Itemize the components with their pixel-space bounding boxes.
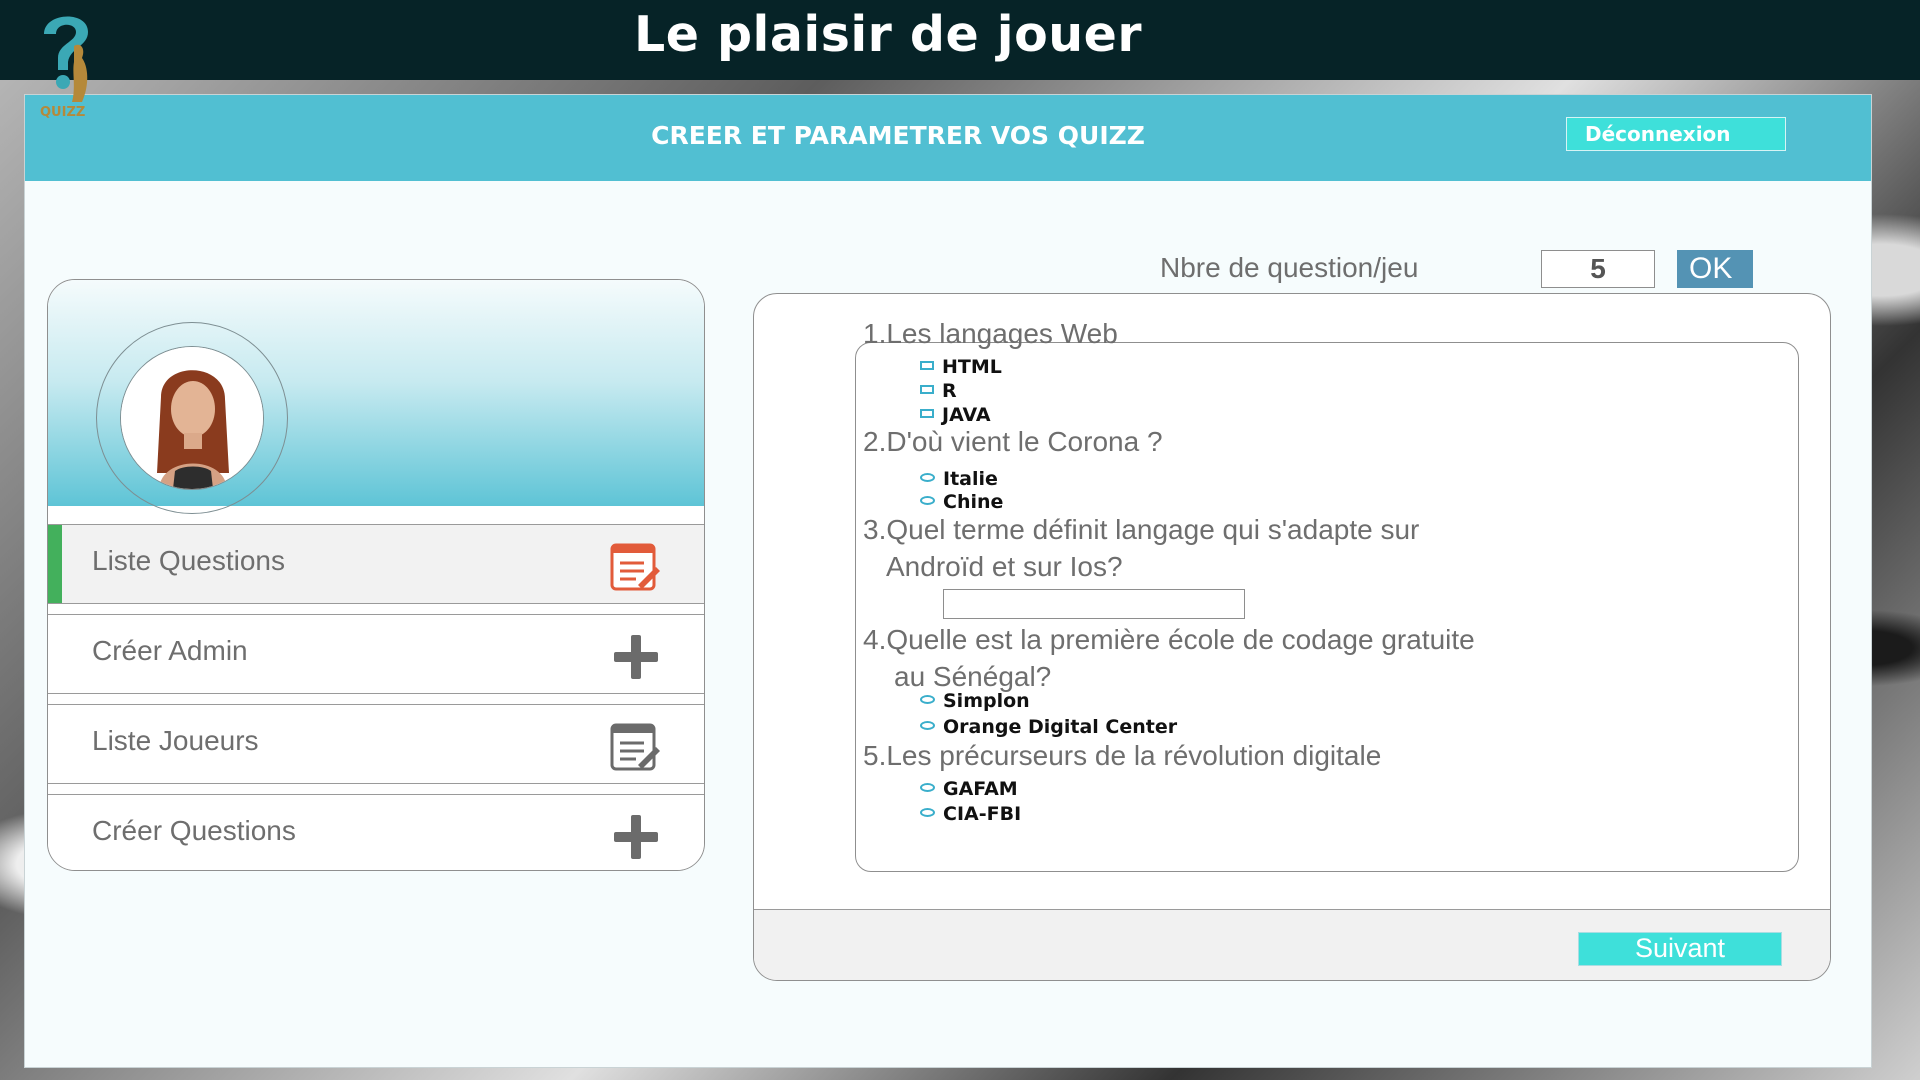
question-count-label: Nbre de question/jeu	[1160, 252, 1419, 283]
sidebar-item-liste-questions[interactable]: Liste Questions	[48, 524, 704, 604]
answer-text-input[interactable]	[943, 589, 1245, 619]
svg-text:QUIZZ: QUIZZ	[40, 105, 85, 120]
quiz-footer: Suivant	[754, 909, 1830, 980]
main-panel: CREER ET PARAMETRER VOS QUIZZ Déconnexio…	[24, 94, 1872, 1068]
question-count-input[interactable]	[1541, 250, 1655, 288]
question-title: 1.Les langages Web	[863, 318, 1118, 349]
option-radio[interactable]: Orange Digital Center	[920, 716, 1177, 738]
option-radio[interactable]: GAFAM	[920, 778, 1018, 800]
option-radio[interactable]: Simplon	[920, 690, 1030, 712]
edit-list-icon	[610, 723, 660, 771]
question-title-continued: Androïd et sur Ios?	[886, 551, 1123, 582]
plus-icon	[614, 815, 658, 859]
checkbox-icon	[920, 385, 934, 394]
checkbox-icon	[920, 361, 934, 370]
option-checkbox[interactable]: JAVA	[920, 404, 991, 426]
sidebar-item-label: Créer Admin	[92, 635, 248, 666]
sidebar: Liste Questions Créer Admin Liste Joueur…	[47, 279, 705, 871]
sidebar-item-label: Liste Joueurs	[92, 725, 259, 756]
radio-icon	[920, 473, 935, 482]
header-band: CREER ET PARAMETRER VOS QUIZZ Déconnexio…	[25, 95, 1871, 181]
question-title: 4.Quelle est la première école de codage…	[863, 624, 1475, 655]
radio-icon	[920, 783, 935, 792]
option-radio[interactable]: Italie	[920, 468, 998, 490]
quiz-card: 1.Les langages Web HTML R JAVA 2.D'où vi…	[753, 293, 1831, 981]
sidebar-item-liste-joueurs[interactable]: Liste Joueurs	[48, 704, 704, 784]
checkbox-icon	[920, 409, 934, 418]
top-bar: Le plaisir de jouer	[0, 0, 1920, 80]
question-title: 3.Quel terme définit langage qui s'adapt…	[863, 514, 1420, 545]
question-title-continued: au Sénégal?	[894, 661, 1052, 692]
question-title: 2.D'où vient le Corona ?	[863, 426, 1163, 457]
next-button[interactable]: Suivant	[1578, 932, 1782, 966]
app-title: Le plaisir de jouer	[633, 6, 1143, 63]
profile-banner	[48, 280, 704, 514]
ok-button[interactable]: OK	[1677, 250, 1753, 288]
option-checkbox[interactable]: HTML	[920, 356, 1002, 378]
radio-icon	[920, 808, 935, 817]
radio-icon	[920, 496, 935, 505]
option-radio[interactable]: CIA-FBI	[920, 803, 1021, 825]
sidebar-item-label: Liste Questions	[92, 545, 285, 576]
sidebar-item-creer-admin[interactable]: Créer Admin	[48, 614, 704, 694]
option-radio[interactable]: Chine	[920, 491, 1003, 513]
avatar	[120, 346, 264, 490]
edit-list-icon	[610, 543, 660, 591]
option-checkbox[interactable]: R	[920, 380, 957, 402]
plus-icon	[614, 635, 658, 679]
quiz-logo: QUIZZ	[40, 16, 88, 120]
question-title: 5.Les précurseurs de la révolution digit…	[863, 740, 1382, 771]
logout-button[interactable]: Déconnexion	[1566, 117, 1786, 151]
radio-icon	[920, 721, 935, 730]
active-indicator	[48, 525, 62, 603]
sidebar-item-label: Créer Questions	[92, 815, 296, 846]
sidebar-item-creer-questions[interactable]: Créer Questions	[48, 794, 704, 870]
radio-icon	[920, 695, 935, 704]
page-title: CREER ET PARAMETRER VOS QUIZZ	[651, 121, 1145, 150]
